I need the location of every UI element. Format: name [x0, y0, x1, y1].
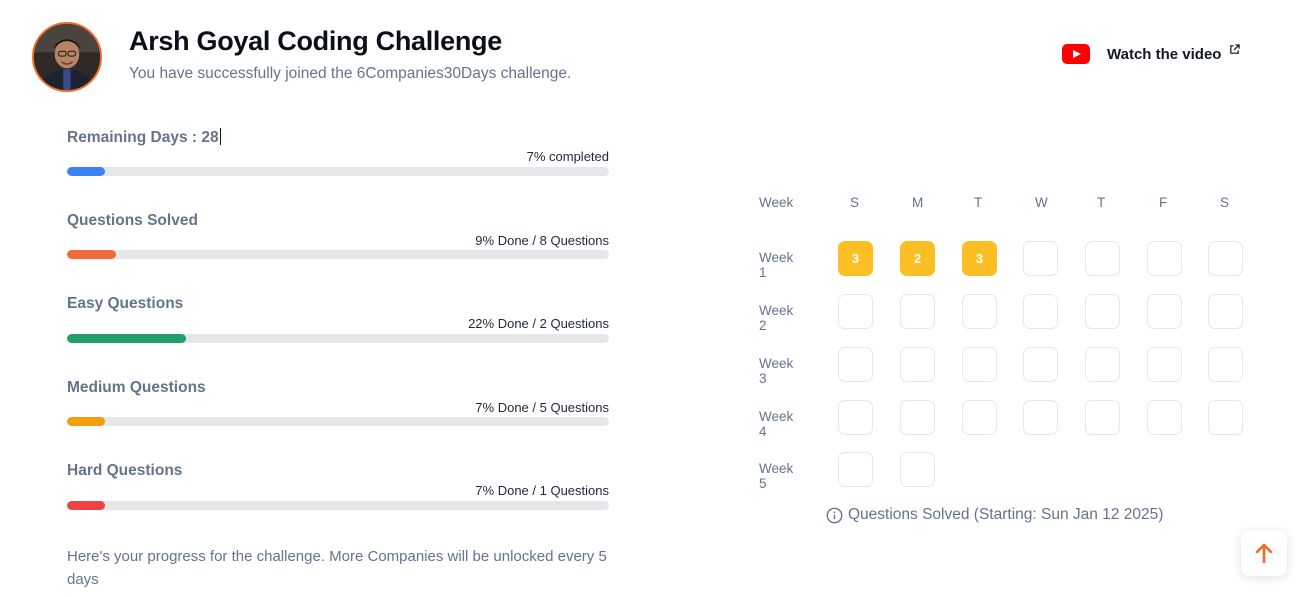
calendar-day-cell — [962, 347, 997, 382]
calendar-week-label: Week 3 — [759, 356, 794, 386]
remaining-days-metric: Remaining Days : 28 7% completed — [67, 128, 609, 176]
calendar-day-header: F — [1159, 195, 1168, 210]
calendar-day-cell — [1208, 294, 1243, 329]
youtube-icon — [1062, 44, 1090, 64]
hard-questions-progress-fill — [67, 501, 105, 510]
hard-questions-status: 7% Done / 1 Questions — [475, 483, 609, 498]
questions-solved-status: 9% Done / 8 Questions — [475, 233, 609, 248]
questions-solved-progress-fill — [67, 250, 116, 259]
external-link-icon — [1230, 43, 1241, 54]
calendar-day-cell — [900, 294, 935, 329]
easy-questions-label: Easy Questions — [67, 295, 184, 312]
calendar-caption: Questions Solved (Starting: Sun Jan 12 2… — [826, 506, 1163, 524]
questions-solved-metric: Questions Solved 9% Done / 8 Questions — [67, 212, 609, 259]
calendar-day-header: S — [1220, 195, 1230, 210]
calendar-day-cell — [1085, 400, 1120, 435]
remaining-days-progress-fill — [67, 167, 105, 176]
calendar-week-label: Week 2 — [759, 303, 794, 333]
calendar-day-cell — [1023, 241, 1058, 276]
medium-questions-progress-bar — [67, 417, 609, 426]
calendar-day-cell — [900, 400, 935, 435]
scroll-to-top-button[interactable] — [1241, 530, 1287, 576]
calendar-day-cell — [1208, 347, 1243, 382]
remaining-days-status: 7% completed — [526, 149, 609, 164]
hard-questions-metric: Hard Questions 7% Done / 1 Questions — [67, 462, 609, 510]
calendar-day-cell — [900, 347, 935, 382]
calendar-day-cell — [1023, 294, 1058, 329]
hard-questions-label: Hard Questions — [67, 462, 183, 479]
medium-questions-metric: Medium Questions 7% Done / 5 Questions — [67, 379, 609, 426]
calendar-day-cell — [1085, 347, 1120, 382]
medium-questions-label: Medium Questions — [67, 379, 206, 396]
watch-video-link[interactable]: Watch the video — [1062, 43, 1241, 64]
calendar-day-cell — [1208, 241, 1243, 276]
medium-questions-status: 7% Done / 5 Questions — [475, 400, 609, 415]
calendar-day-cell — [1147, 294, 1182, 329]
remaining-days-label: Remaining Days : 28 — [67, 128, 221, 146]
page-title: Arsh Goyal Coding Challenge — [129, 26, 502, 56]
calendar-day-cell — [962, 400, 997, 435]
page-subtitle: You have successfully joined the 6Compan… — [129, 65, 572, 82]
questions-solved-label: Questions Solved — [67, 212, 198, 229]
calendar-day-cell: 2 — [900, 241, 935, 276]
watch-video-label: Watch the video — [1107, 45, 1222, 63]
calendar-day-cell — [1023, 347, 1058, 382]
easy-questions-status: 22% Done / 2 Questions — [468, 316, 609, 331]
calendar-day-cell — [1147, 347, 1182, 382]
calendar-day-cell — [838, 400, 873, 435]
avatar-image — [34, 24, 100, 90]
calendar-day-header: W — [1035, 195, 1048, 210]
avatar — [32, 22, 102, 92]
calendar-day-header: T — [974, 195, 983, 210]
hard-questions-progress-bar — [67, 501, 609, 510]
remaining-days-progress-bar — [67, 167, 609, 176]
calendar-day-cell: 3 — [838, 241, 873, 276]
calendar-week-header: Week — [759, 195, 794, 210]
calendar-day-header: M — [912, 195, 924, 210]
easy-questions-progress-fill — [67, 334, 187, 343]
calendar-day-cell — [1023, 400, 1058, 435]
calendar-week-label: Week 1 — [759, 250, 794, 280]
calendar-week-label: Week 4 — [759, 409, 794, 439]
easy-questions-progress-bar — [67, 334, 609, 343]
calendar-week-label: Week 5 — [759, 461, 794, 491]
calendar-caption-text: Questions Solved (Starting: Sun Jan 12 2… — [848, 506, 1164, 523]
calendar-day-cell — [900, 452, 935, 487]
arrow-up-icon — [1255, 543, 1273, 564]
medium-questions-progress-fill — [67, 417, 105, 426]
calendar-day-cell — [1147, 400, 1182, 435]
calendar-day-cell — [838, 294, 873, 329]
calendar-day-header: S — [850, 195, 860, 210]
calendar-day-cell — [838, 347, 873, 382]
calendar-day-header: T — [1097, 195, 1106, 210]
calendar-day-cell — [1147, 241, 1182, 276]
calendar-day-cell: 3 — [962, 241, 997, 276]
easy-questions-metric: Easy Questions 22% Done / 2 Questions — [67, 295, 609, 343]
calendar-day-cell — [1208, 400, 1243, 435]
calendar-day-cell — [838, 452, 873, 487]
progress-footnote: Here's your progress for the challenge. … — [67, 548, 607, 588]
calendar-day-cell — [962, 294, 997, 329]
info-icon — [826, 507, 843, 523]
calendar-day-cell — [1085, 241, 1120, 276]
questions-solved-progress-bar — [67, 250, 609, 259]
calendar-day-cell — [1085, 294, 1120, 329]
